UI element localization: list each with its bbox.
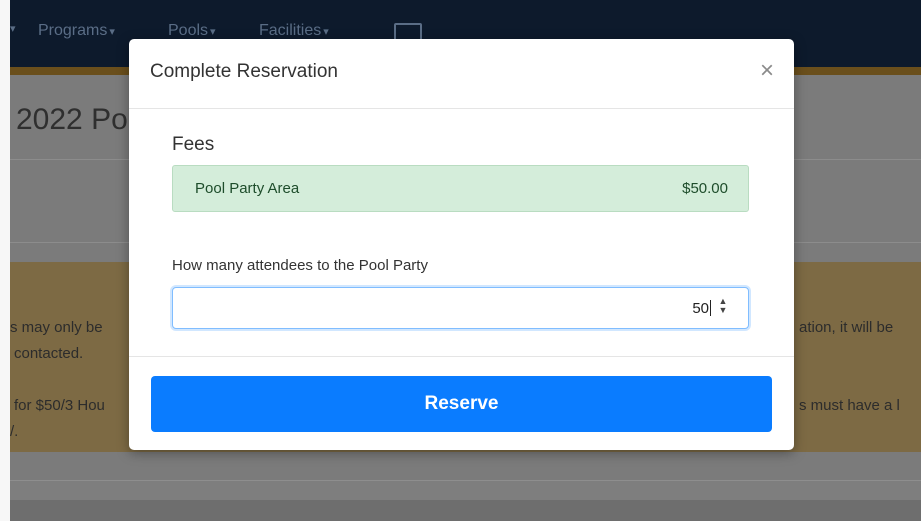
chevron-down-icon: ▾ xyxy=(109,26,115,38)
background-nav-pools: Pools ▾ xyxy=(168,22,216,40)
background-left-edge xyxy=(0,0,10,521)
fee-amount: $50.00 xyxy=(682,180,728,197)
background-notice-text: ation, it will be xyxy=(799,319,894,336)
background-notice-text: s may only be xyxy=(10,319,103,336)
reservation-modal: Complete Reservation × Fees Pool Party A… xyxy=(129,39,794,450)
background-nav-caret: ▾ xyxy=(10,23,16,35)
attendees-value: 50 xyxy=(692,300,711,317)
fee-row: Pool Party Area $50.00 xyxy=(172,165,749,212)
modal-footer-divider xyxy=(129,356,794,357)
background-notice-text: for $50/3 Hou xyxy=(14,397,105,414)
fees-heading: Fees xyxy=(172,134,215,155)
background-notice-text: /. xyxy=(10,423,19,440)
background-nav-programs: Programs ▾ xyxy=(38,22,115,40)
number-spinner[interactable]: ▲ ▼ xyxy=(716,297,730,319)
background-bottom xyxy=(10,500,921,521)
modal-header: Complete Reservation × xyxy=(129,39,794,109)
background-notice-text: contacted. xyxy=(14,345,84,362)
text-cursor xyxy=(710,300,711,316)
attendees-value-text: 50 xyxy=(692,300,709,317)
page: ▾ Programs ▾ Pools ▾ Facilities ▾ 2022 Po s… xyxy=(0,0,921,521)
fee-name: Pool Party Area xyxy=(195,180,300,197)
background-nav-facilities: Facilities ▾ xyxy=(259,22,329,40)
spinner-down-icon[interactable]: ▼ xyxy=(719,305,728,315)
attendees-label: How many attendees to the Pool Party xyxy=(172,257,428,274)
close-icon[interactable]: × xyxy=(760,59,774,83)
background-footer xyxy=(10,480,921,501)
background-page-title: 2022 Po xyxy=(16,103,128,136)
chevron-down-icon: ▾ xyxy=(323,26,329,38)
chevron-down-icon: ▾ xyxy=(210,26,216,38)
background-nav-programs-label: Programs xyxy=(38,22,108,39)
attendees-number-input[interactable]: 50 ▲ ▼ xyxy=(172,287,749,329)
background-nav-facilities-label: Facilities xyxy=(259,22,322,39)
background-notice-text: s must have a l xyxy=(799,397,900,414)
modal-title: Complete Reservation xyxy=(150,61,338,82)
reserve-button[interactable]: Reserve xyxy=(151,376,772,432)
background-nav-pools-label: Pools xyxy=(168,22,209,39)
